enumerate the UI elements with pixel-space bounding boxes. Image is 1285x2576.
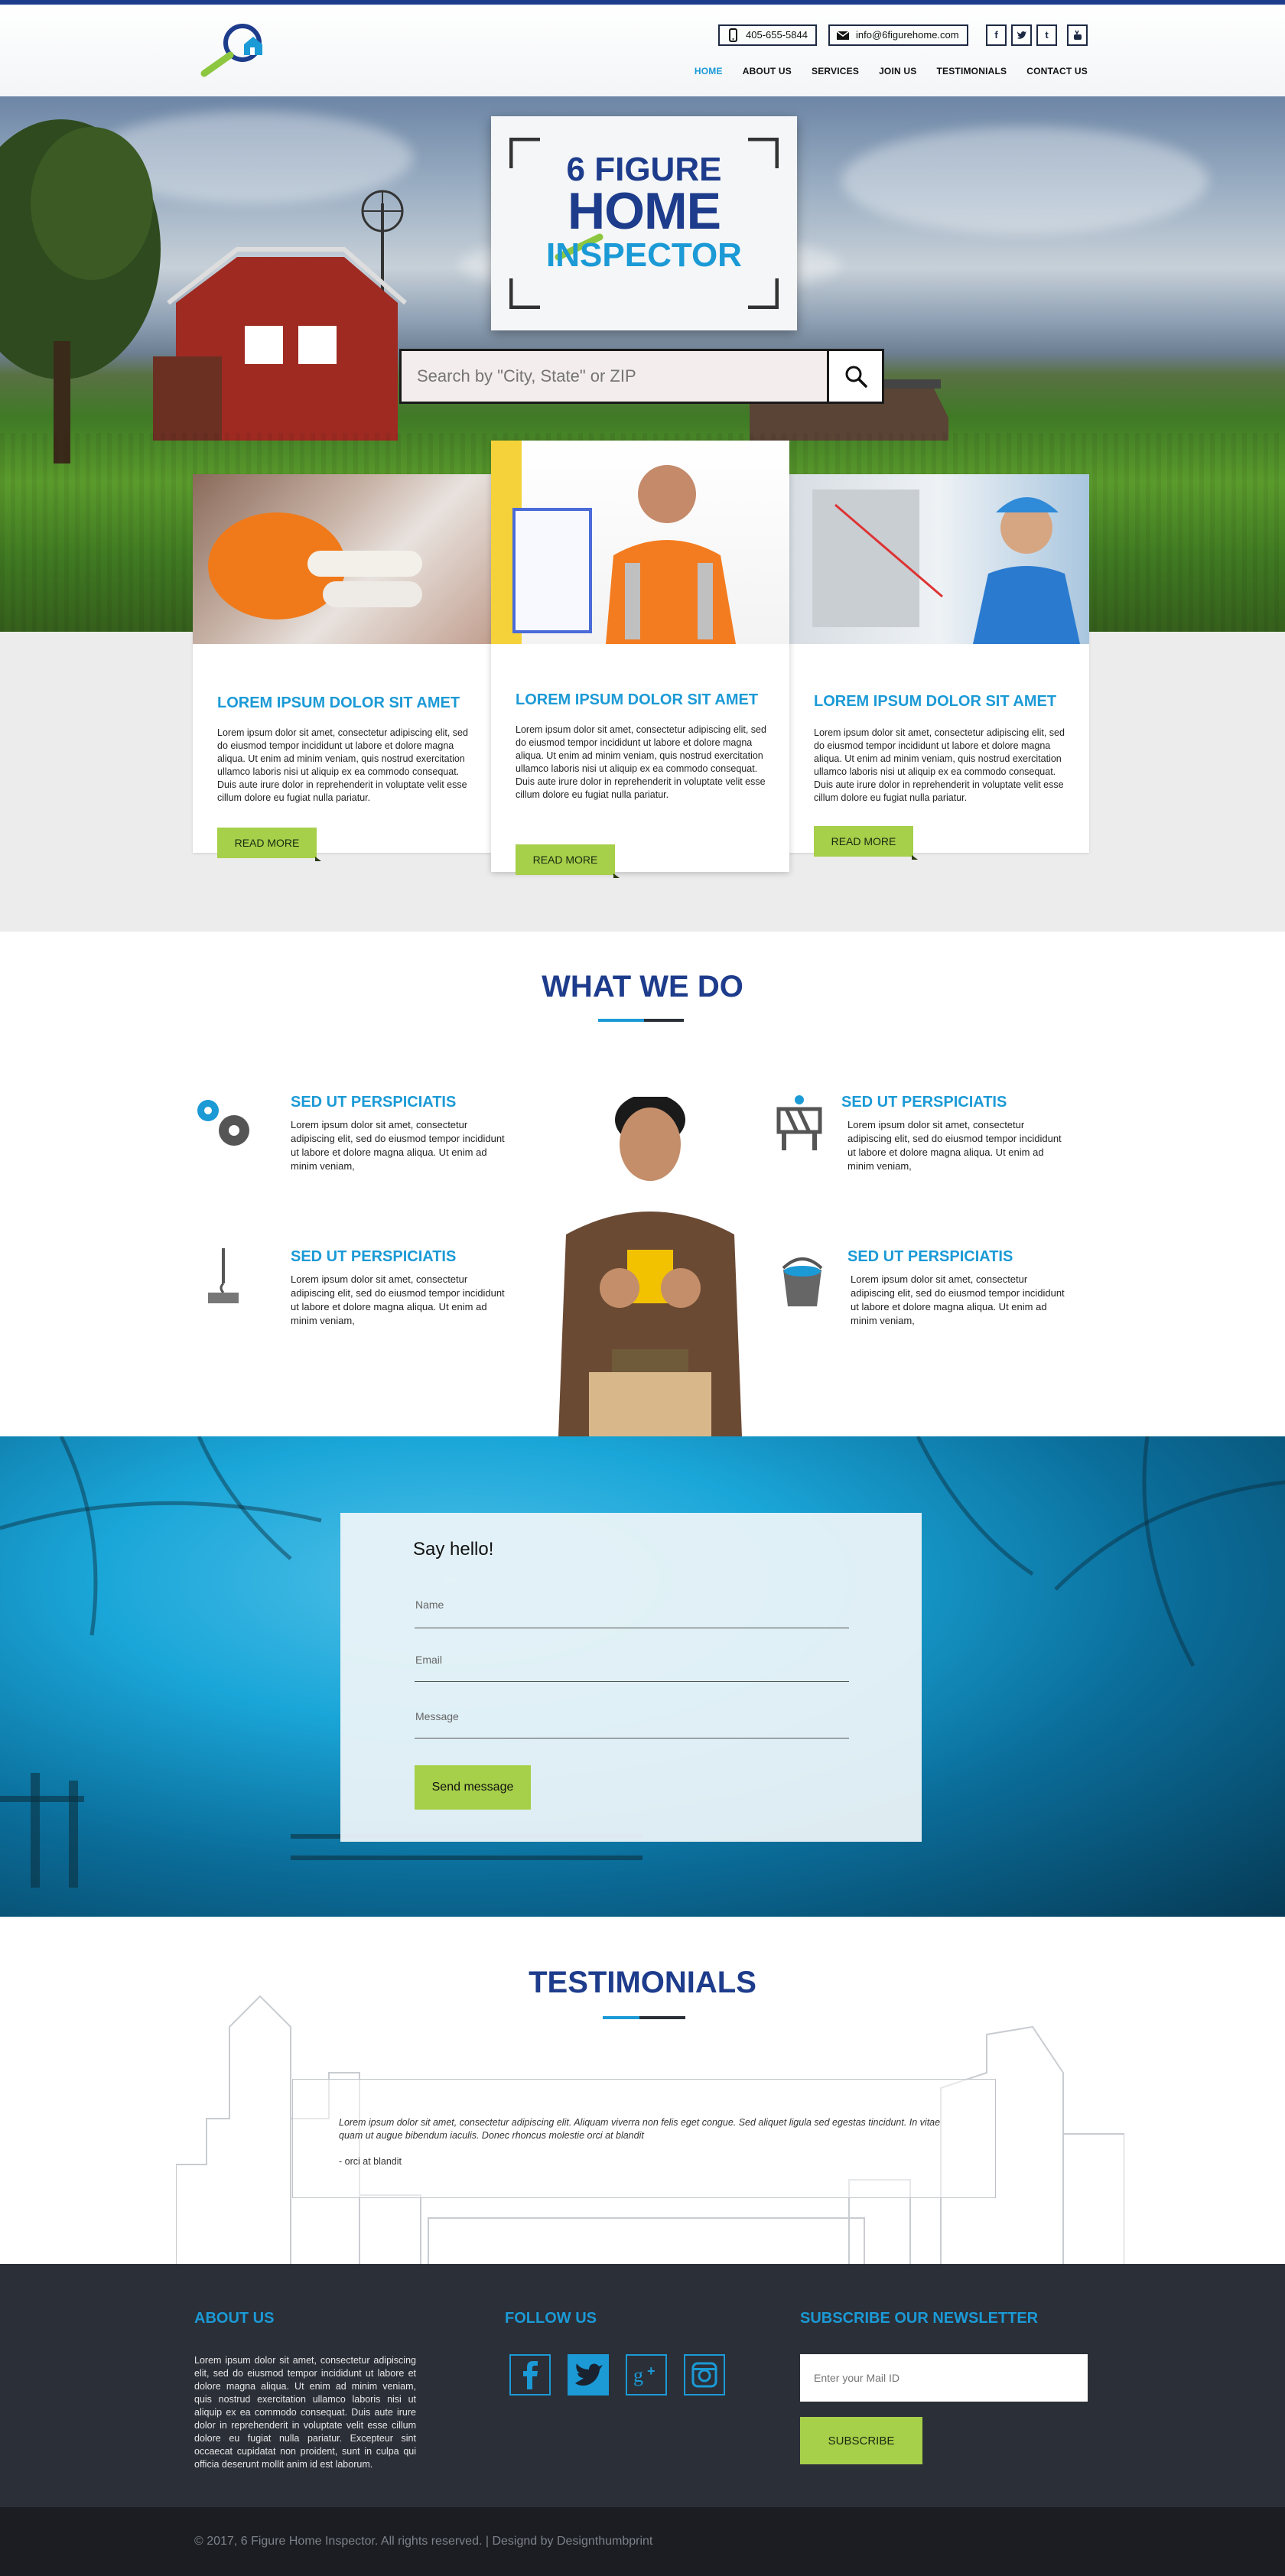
feature-text: Lorem ipsum dolor sit amet, consectetur …	[847, 1119, 1062, 1172]
nav-about-us[interactable]: ABOUT US	[743, 66, 792, 81]
svg-text:+: +	[647, 2363, 656, 2379]
service-text: Lorem ipsum dolor sit amet, consectetur …	[217, 727, 468, 803]
main-nav: HOME ABOUT US SERVICES JOIN US TESTIMONI…	[695, 66, 1088, 81]
worker-image	[558, 1097, 742, 1436]
search-input[interactable]	[402, 351, 830, 402]
nav-contact-us[interactable]: CONTACT US	[1026, 66, 1088, 81]
service-card: LOREM IPSUM DOLOR SIT AMET Lorem ipsum d…	[789, 474, 1089, 860]
tumblr-icon[interactable]: t	[1036, 24, 1057, 46]
feature-title: SED UT PERSPICIATIS	[291, 1248, 457, 1265]
testimonial-card: Lorem ipsum dolor sit amet, consectetur …	[292, 2079, 996, 2198]
search-icon	[845, 366, 867, 388]
search-bar	[399, 349, 884, 404]
feature-title: SED UT PERSPICIATIS	[847, 1248, 1013, 1265]
name-field[interactable]: Name	[415, 1599, 444, 1611]
phone-contact[interactable]: 405-655-5844	[718, 24, 817, 46]
footer-newsletter-title: SUBSCRIBE OUR NEWSLETTER	[800, 2310, 1039, 2327]
feature-text: Lorem ipsum dolor sit amet, consectetur …	[291, 1119, 505, 1172]
cloud	[841, 127, 1209, 234]
copyright-bar: © 2017, 6 Figure Home Inspector. All rig…	[0, 2507, 1285, 2576]
search-button[interactable]	[827, 351, 882, 402]
title-underline	[598, 1019, 644, 1022]
site-footer: ABOUT US Lorem ipsum dolor sit amet, con…	[0, 2264, 1285, 2507]
phone-number: 405-655-5844	[746, 29, 808, 41]
hero-logo-card: 6 FIGURE HOME INSPECTOR	[491, 116, 797, 330]
read-more-button[interactable]: READ MORE	[814, 826, 918, 860]
service-title: LOREM IPSUM DOLOR SIT AMET	[814, 693, 1057, 710]
twitter-icon[interactable]	[1011, 24, 1032, 46]
facebook-icon[interactable]	[509, 2354, 551, 2395]
envelope-icon	[836, 28, 850, 42]
service-photo	[193, 474, 491, 644]
crane-hook-icon	[188, 1245, 257, 1314]
service-photo	[491, 441, 789, 644]
contact-section: Say hello! Name Email Message Send messa…	[0, 1436, 1285, 1917]
read-more-button[interactable]: READ MORE	[217, 828, 321, 861]
logo-line-2: HOME	[568, 182, 721, 240]
read-more-button[interactable]: READ MORE	[516, 844, 620, 878]
nav-testimonials[interactable]: TESTIMONIALS	[936, 66, 1007, 81]
email-address: info@6figurehome.com	[856, 29, 959, 41]
copyright-text: © 2017, 6 Figure Home Inspector. All rig…	[194, 2535, 653, 2548]
phone-icon	[726, 28, 740, 42]
testimonial-author: - orci at blandit	[339, 2156, 402, 2167]
instagram-icon[interactable]	[684, 2354, 725, 2395]
send-message-button[interactable]: Send message	[415, 1765, 531, 1810]
email-field-underline	[415, 1681, 849, 1682]
service-text: Lorem ipsum dolor sit amet, consectetur …	[516, 724, 766, 800]
feature-text: Lorem ipsum dolor sit amet, consectetur …	[851, 1273, 1065, 1326]
gears-icon	[188, 1088, 257, 1156]
site-logo[interactable]	[195, 21, 287, 83]
facebook-icon[interactable]: f	[986, 24, 1007, 46]
service-title: LOREM IPSUM DOLOR SIT AMET	[516, 691, 759, 708]
feature-title: SED UT PERSPICIATIS	[291, 1094, 457, 1111]
form-title: Say hello!	[413, 1539, 494, 1560]
feature-text: Lorem ipsum dolor sit amet, consectetur …	[291, 1273, 505, 1326]
nav-join-us[interactable]: JOIN US	[879, 66, 916, 81]
twitter-icon[interactable]	[568, 2354, 609, 2395]
footer-about-text: Lorem ipsum dolor sit amet, consectetur …	[194, 2355, 416, 2470]
service-title: LOREM IPSUM DOLOR SIT AMET	[217, 694, 460, 711]
service-text: Lorem ipsum dolor sit amet, consectetur …	[814, 727, 1065, 803]
title-underline	[603, 2016, 639, 2019]
google-plus-icon[interactable]: g +	[626, 2354, 667, 2395]
message-field[interactable]: Message	[415, 1710, 459, 1722]
service-card: LOREM IPSUM DOLOR SIT AMET Lorem ipsum d…	[193, 474, 491, 861]
logo-line-3: INSPECTOR	[546, 236, 742, 274]
newsletter-email-input[interactable]	[800, 2354, 1088, 2402]
svg-text:g: g	[633, 2364, 643, 2386]
title-underline	[639, 2016, 685, 2019]
subscribe-button[interactable]: SUBSCRIBE	[800, 2417, 922, 2464]
service-card: LOREM IPSUM DOLOR SIT AMET Lorem ipsum d…	[491, 441, 789, 878]
section-title-testimonials: TESTIMONIALS	[529, 1966, 756, 1999]
paint-bucket-icon	[768, 1245, 837, 1314]
youtube-icon[interactable]	[1067, 24, 1088, 46]
barrier-icon	[765, 1088, 834, 1156]
nav-services[interactable]: SERVICES	[812, 66, 859, 81]
email-contact[interactable]: info@6figurehome.com	[828, 24, 968, 46]
section-title-what-we-do: WHAT WE DO	[542, 970, 743, 1003]
email-field[interactable]: Email	[415, 1654, 442, 1666]
tree-graphic	[0, 119, 161, 463]
nav-home[interactable]: HOME	[695, 66, 723, 81]
site-header: 405-655-5844 info@6figurehome.com f t HO…	[0, 5, 1285, 96]
service-photo	[789, 474, 1089, 644]
feature-title: SED UT PERSPICIATIS	[841, 1094, 1007, 1111]
testimonial-quote: Lorem ipsum dolor sit amet, consectetur …	[339, 2117, 941, 2141]
footer-about-title: ABOUT US	[194, 2310, 275, 2327]
title-underline	[644, 1019, 684, 1022]
contact-form: Say hello! Name Email Message Send messa…	[340, 1513, 922, 1842]
footer-follow-title: FOLLOW US	[505, 2310, 597, 2327]
